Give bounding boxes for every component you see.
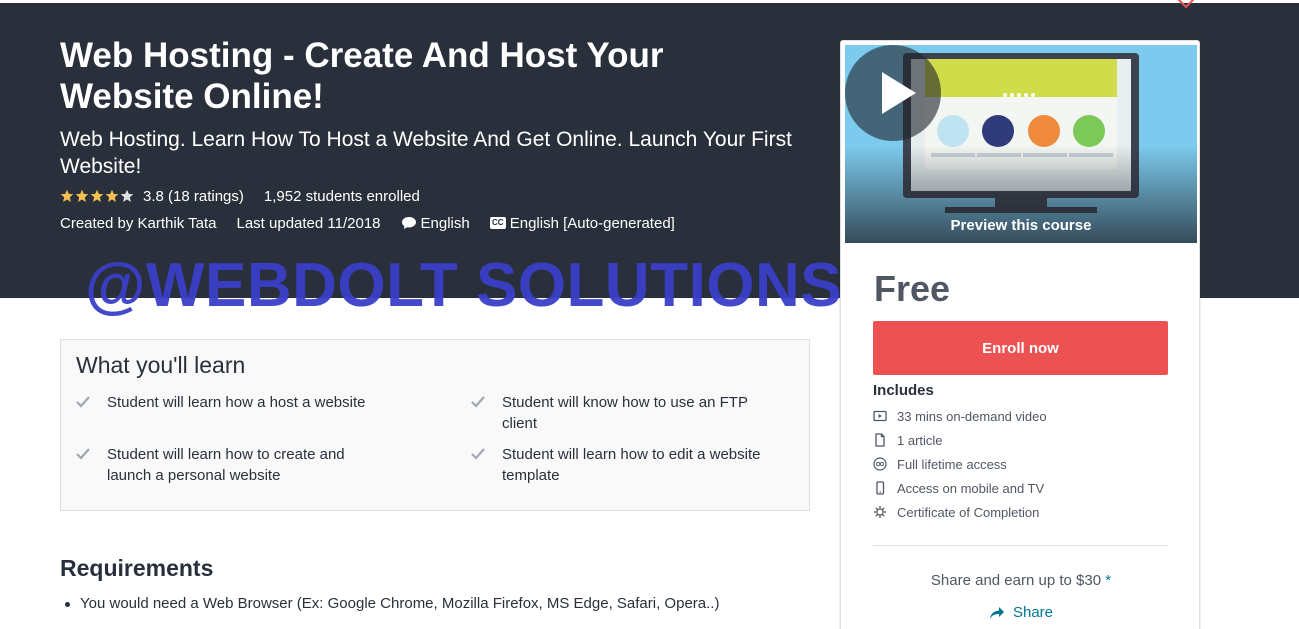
course-preview[interactable]: Preview this course	[845, 45, 1197, 243]
what-youll-learn-box: What you'll learn Student will learn how…	[60, 339, 810, 511]
includes-list: 33 mins on-demand video 1 article Full l…	[873, 404, 1047, 524]
share-button[interactable]: Share	[841, 604, 1201, 621]
includes-item: 1 article	[873, 428, 1047, 452]
file-icon	[875, 433, 885, 447]
learn-item: Student will learn how to create and lau…	[76, 444, 366, 486]
share-earn-asterisk[interactable]: *	[1105, 572, 1111, 589]
check-icon	[471, 448, 485, 460]
course-meta: Created by Karthik Tata Last updated 11/…	[60, 213, 675, 233]
share-icon	[989, 606, 1004, 619]
play-icon[interactable]	[845, 45, 941, 141]
requirement-item: You would need a Web Browser (Ex: Google…	[60, 594, 810, 614]
purchase-sidebar: Preview this course Free Enroll now Incl…	[840, 40, 1200, 629]
includes-item-text: 33 mins on-demand video	[897, 408, 1047, 424]
learn-item: Student will learn how to edit a website…	[471, 444, 761, 486]
check-icon	[76, 448, 90, 460]
star-icon	[90, 189, 104, 202]
infinity-icon	[873, 457, 887, 471]
divider	[873, 545, 1168, 546]
learn-item-text: Student will know how to use an FTP clie…	[502, 394, 748, 432]
share-earn-text: Share and earn up to $30	[930, 572, 1102, 589]
chevron-down-icon[interactable]	[1176, 0, 1196, 11]
includes-item-text: Full lifetime access	[897, 456, 1007, 472]
includes-item: Full lifetime access	[873, 452, 1047, 476]
enrolled-count: 1,952 students enrolled	[263, 187, 420, 205]
learn-item: Student will know how to use an FTP clie…	[471, 392, 761, 434]
star-icon	[120, 189, 134, 202]
requirements-list: You would need a Web Browser (Ex: Google…	[60, 594, 810, 622]
includes-item-text: 1 article	[897, 432, 943, 448]
last-updated: Last updated 11/2018	[236, 214, 381, 232]
star-rating	[60, 189, 134, 203]
captions: CC English [Auto-generated]	[489, 214, 675, 232]
course-subtitle: Web Hosting. Learn How To Host a Website…	[60, 128, 792, 178]
video-icon	[873, 410, 887, 422]
share-and-earn: Share and earn up to $30 *	[841, 572, 1201, 589]
language-label: English	[420, 214, 470, 232]
rating-text[interactable]: 3.8 (18 ratings)	[143, 188, 244, 205]
rating-row: 3.8 (18 ratings) 1,952 students enrolled	[60, 186, 420, 206]
learn-item-text: Student will learn how a host a website	[107, 394, 366, 411]
star-icon	[75, 189, 89, 202]
course-title: Web Hosting - Create And Host Your Websi…	[60, 36, 664, 116]
includes-item: 33 mins on-demand video	[873, 404, 1047, 428]
learn-item-text: Student will learn how to edit a website…	[502, 446, 761, 484]
price: Free	[874, 268, 951, 309]
includes-item-text: Certificate of Completion	[897, 504, 1040, 520]
includes-item-text: Access on mobile and TV	[897, 480, 1045, 496]
watermark: @WEBDOLT SOLUTIONS	[85, 251, 843, 320]
captions-label: English [Auto-generated]	[509, 214, 675, 232]
closed-captions-icon: CC	[489, 217, 506, 229]
check-icon	[76, 396, 90, 408]
star-icon	[105, 189, 119, 202]
mobile-icon	[876, 481, 885, 495]
speech-bubble-icon	[401, 217, 416, 229]
includes-item: Access on mobile and TV	[873, 476, 1047, 500]
certificate-icon	[874, 506, 886, 518]
learn-title: What you'll learn	[76, 352, 246, 378]
includes-item: Certificate of Completion	[873, 500, 1047, 524]
includes-title: Includes	[873, 382, 934, 399]
language: English	[401, 215, 470, 232]
enroll-now-button[interactable]: Enroll now	[873, 321, 1168, 375]
preview-label[interactable]: Preview this course	[845, 217, 1197, 234]
created-by[interactable]: Created by Karthik Tata	[60, 215, 216, 232]
share-label[interactable]: Share	[1013, 604, 1053, 621]
learn-item-text: Student will learn how to create and lau…	[107, 446, 345, 484]
check-icon	[471, 396, 485, 408]
requirements-title: Requirements	[60, 555, 214, 581]
learn-item: Student will learn how a host a website	[76, 392, 366, 413]
star-icon	[60, 189, 74, 202]
